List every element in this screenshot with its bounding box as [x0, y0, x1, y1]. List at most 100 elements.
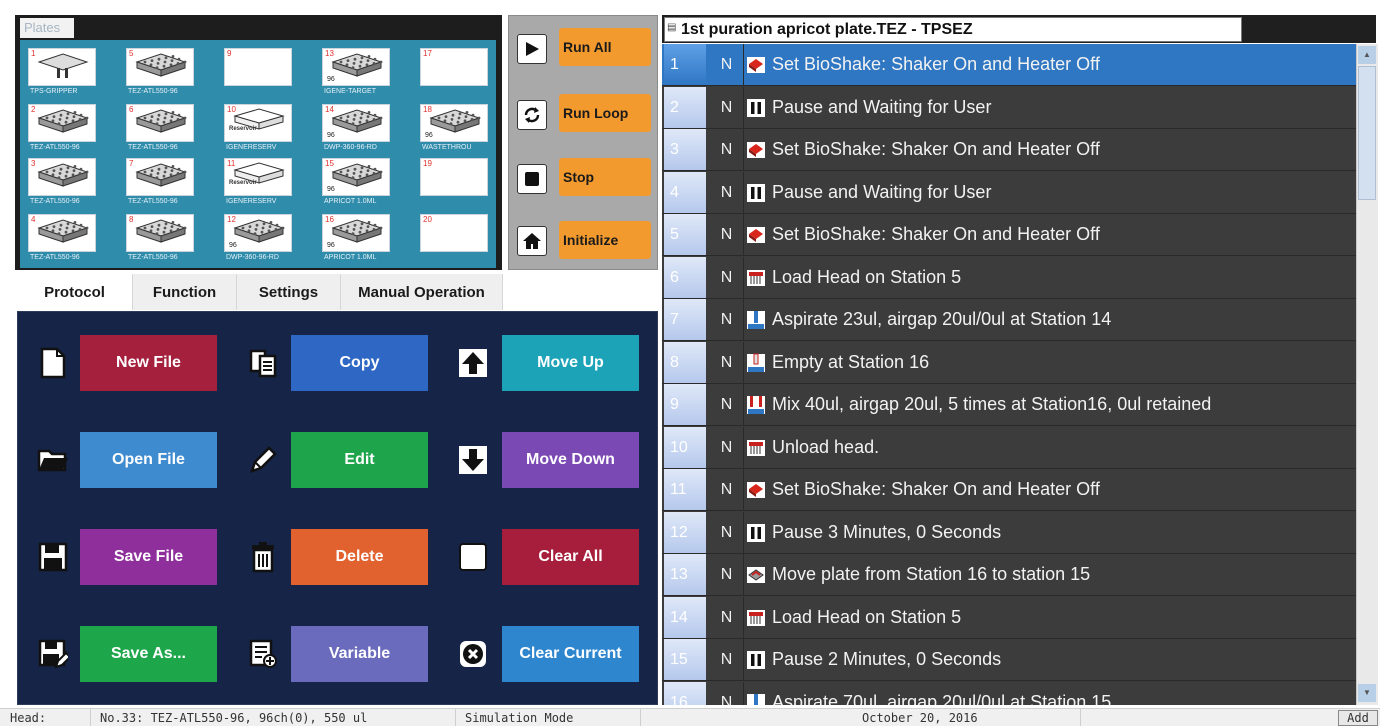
step-flag: N [710, 44, 744, 85]
step-row[interactable]: 12 N Pause 3 Minutes, 0 Seconds [662, 511, 1356, 554]
home-icon[interactable] [517, 226, 547, 256]
plate-slot[interactable]: 14 96 [322, 104, 390, 142]
run-panel: Run All Run Loop Stop Initialize [508, 15, 658, 270]
step-number: 10 [664, 426, 706, 468]
step-row[interactable]: 10 N Unload head. [662, 426, 1356, 469]
plate-slot[interactable]: 13 96 [322, 48, 390, 86]
step-description: Pause and Waiting for User [772, 181, 992, 202]
plate-slot-label: TEZ-ATL550-96 [128, 88, 178, 95]
play-icon[interactable] [517, 34, 547, 64]
step-row[interactable]: 15 N Pause 2 Minutes, 0 Seconds [662, 639, 1356, 681]
step-row[interactable]: 11 N Set BioShake: Shaker On and Heater Of… [662, 469, 1356, 511]
plate-slot-number: 9 [227, 49, 232, 58]
tab-function[interactable]: Function [133, 274, 237, 310]
save-file-button[interactable]: Save File [80, 529, 217, 585]
plate-slot-number: 15 [325, 159, 334, 168]
clear-current-button[interactable]: Clear Current [502, 626, 639, 682]
scroll-thumb[interactable] [1358, 66, 1376, 200]
step-row[interactable]: 7 N Aspirate 23ul, airgap 20ul/0ul at Stat… [662, 299, 1356, 341]
plate-slot-number: 14 [325, 105, 334, 114]
plate-slot-label: TEZ-ATL550-96 [128, 198, 178, 205]
step-row[interactable]: 6 N Load Head on Station 5 [662, 256, 1356, 299]
step-number: 12 [664, 511, 706, 553]
scroll-up-icon[interactable]: ▲ [1358, 46, 1376, 64]
step-row[interactable]: 1 N Set BioShake: Shaker On and Heater Off [662, 44, 1356, 86]
move-down-button[interactable]: Move Down [502, 432, 639, 488]
tab-manual-operation[interactable]: Manual Operation [341, 274, 503, 310]
plate-slot[interactable]: 17 [420, 48, 488, 86]
plate-slot[interactable]: 4 [28, 214, 96, 252]
run-all-button[interactable]: Run All [559, 28, 651, 66]
plate-slot[interactable]: 12 96 [224, 214, 292, 252]
tab-protocol[interactable]: Protocol [17, 274, 133, 310]
add-button[interactable]: Add [1338, 710, 1378, 726]
step-row[interactable]: 9 N Mix 40ul, airgap 20ul, 5 times at Stat… [662, 384, 1356, 426]
plate-slot-number: 3 [31, 159, 36, 168]
run-loop-button[interactable]: Run Loop [559, 94, 651, 132]
step-description: Set BioShake: Shaker On and Heater Off [772, 54, 1100, 74]
edit-button[interactable]: Edit [291, 432, 428, 488]
plate-well-count: 96 [229, 242, 237, 249]
plate-slot[interactable]: 2 [28, 104, 96, 142]
file-icon: ▤ [667, 22, 677, 33]
step-flag: N [710, 426, 744, 468]
shaker-icon [746, 140, 766, 160]
step-number: 6 [664, 256, 706, 298]
stop-button[interactable]: Stop [559, 158, 651, 196]
plate-slot-label: TEZ-ATL550-96 [30, 198, 80, 205]
copy-button[interactable]: Copy [291, 335, 428, 391]
plate-slot-number: 4 [31, 215, 36, 224]
plate-slot[interactable]: 19 [420, 158, 488, 196]
plate-slot[interactable]: 6 [126, 104, 194, 142]
loop-icon[interactable] [517, 100, 547, 130]
unload-head-icon [746, 438, 766, 458]
initialize-button[interactable]: Initialize [559, 221, 651, 259]
step-number: 2 [664, 86, 706, 128]
step-row[interactable]: 14 N Load Head on Station 5 [662, 596, 1356, 639]
move-up-button[interactable]: Move Up [502, 335, 639, 391]
step-flag: N [710, 341, 744, 383]
step-row[interactable]: 8 N Empty at Station 16 [662, 341, 1356, 384]
step-list[interactable]: 1 N Set BioShake: Shaker On and Heater Off… [662, 44, 1356, 705]
plate-slot-number: 7 [129, 159, 134, 168]
plate-slot[interactable]: 11 Reservoir [224, 158, 292, 196]
mode-indicator: Simulation Mode [465, 711, 574, 725]
open-file-button[interactable]: Open File [80, 432, 217, 488]
delete-button[interactable]: Delete [291, 529, 428, 585]
tab-bar: Protocol Function Settings Manual Operat… [17, 274, 503, 310]
step-row[interactable]: 3 N Set BioShake: Shaker On and Heater Off [662, 129, 1356, 171]
step-row[interactable]: 16 N Aspirate 70ul, airgap 20ul/0ul at Sta… [662, 681, 1356, 705]
tab-settings[interactable]: Settings [237, 274, 341, 310]
plate-slot-label: APRICOT 1.0ML [324, 254, 377, 261]
plate-slot[interactable]: 5 [126, 48, 194, 86]
mix-icon [746, 395, 766, 415]
plate-slot-label: TEZ-ATL550-96 [128, 254, 178, 261]
step-row[interactable]: 5 N Set BioShake: Shaker On and Heater Off [662, 214, 1356, 256]
plate-slot[interactable]: 9 [224, 48, 292, 86]
new-file-button[interactable]: New File [80, 335, 217, 391]
step-number: 14 [664, 596, 706, 638]
step-description: Set BioShake: Shaker On and Heater Off [772, 479, 1100, 499]
plate-slot[interactable]: 16 96 [322, 214, 390, 252]
scroll-down-icon[interactable]: ▼ [1358, 684, 1376, 702]
plate-slot-number: 20 [423, 215, 432, 224]
clear-all-button[interactable]: Clear All [502, 529, 639, 585]
plate-slot-number: 10 [227, 105, 236, 114]
plate-slot[interactable]: 7 [126, 158, 194, 196]
plate-slot[interactable]: 8 [126, 214, 194, 252]
step-row[interactable]: 13 N Move plate from Station 16 to station… [662, 554, 1356, 596]
plate-slot[interactable]: 10 Reservoir [224, 104, 292, 142]
step-description: Aspirate 23ul, airgap 20ul/0ul at Statio… [772, 309, 1112, 329]
plate-slot[interactable]: 20 [420, 214, 488, 252]
stop-icon[interactable] [517, 164, 547, 194]
step-row[interactable]: 4 N Pause and Waiting for User [662, 171, 1356, 214]
step-row[interactable]: 2 N Pause and Waiting for User [662, 86, 1356, 129]
variable-button[interactable]: Variable [291, 626, 428, 682]
plate-slot[interactable]: 1 [28, 48, 96, 86]
plate-slot[interactable]: 15 96 [322, 158, 390, 196]
plate-slot[interactable]: 3 [28, 158, 96, 196]
save-as-button[interactable]: Save As... [80, 626, 217, 682]
plate-slot[interactable]: 18 96 [420, 104, 488, 142]
step-flag: N [710, 469, 744, 510]
protocol-file-title: 1st puration apricot plate.TEZ - TPSEZ [664, 17, 1242, 42]
